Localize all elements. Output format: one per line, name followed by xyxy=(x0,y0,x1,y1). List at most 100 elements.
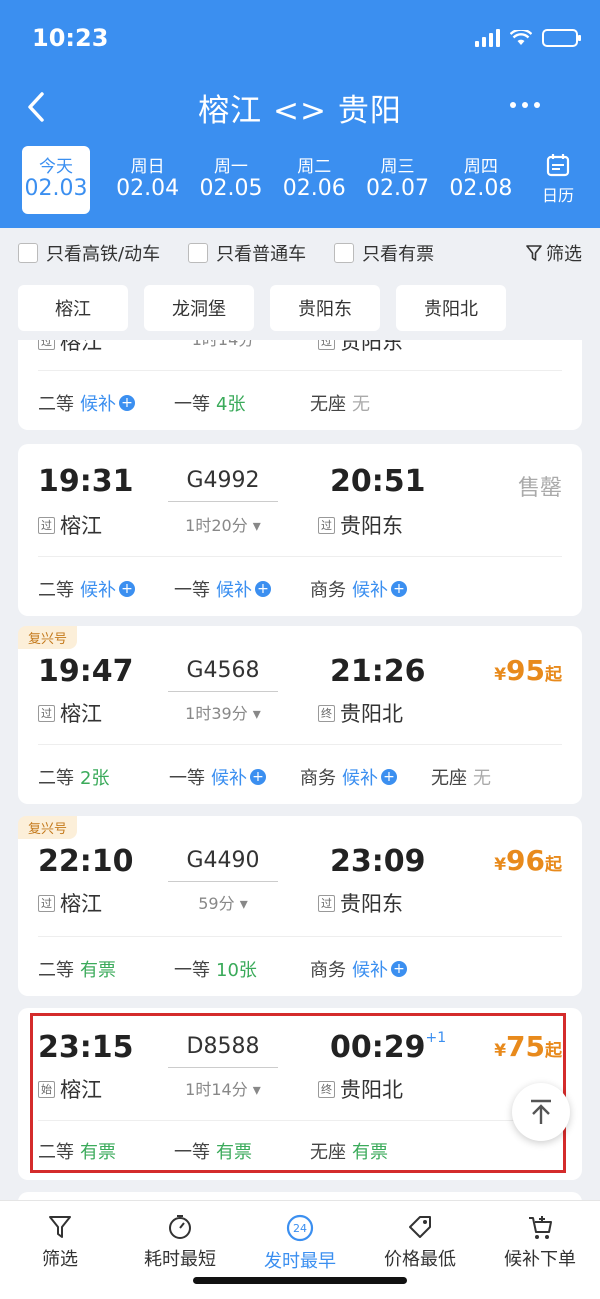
chevron-down-icon: ▾ xyxy=(239,894,248,913)
date-tab-3[interactable]: 周二 02.06 xyxy=(273,146,356,214)
seat-business[interactable]: 商务 候补 + xyxy=(310,956,446,982)
seat-1st[interactable]: 一等 4张 xyxy=(174,390,310,416)
status-bar: 10:23 xyxy=(32,18,581,58)
status-icons xyxy=(475,29,581,47)
plus-circle-icon: + xyxy=(119,581,135,597)
date-tab-1[interactable]: 周日 02.04 xyxy=(106,146,189,214)
scroll-top-button[interactable] xyxy=(512,1083,570,1141)
plus-circle-icon: + xyxy=(119,395,135,411)
funnel-icon xyxy=(49,1216,71,1238)
tab-shortest[interactable]: 耗时最短 xyxy=(120,1201,240,1299)
dep-station: 榕江 xyxy=(60,892,102,916)
seat-2nd[interactable]: 二等 候补 + xyxy=(38,576,174,602)
train-number: G4568 xyxy=(186,658,260,683)
funnel-icon xyxy=(526,245,542,261)
seat-1st[interactable]: 一等 有票 xyxy=(174,1138,310,1164)
price: ¥75起 xyxy=(494,1030,562,1063)
battery-icon xyxy=(542,29,581,47)
seat-1st[interactable]: 一等 候补 + xyxy=(169,764,300,790)
seat-row: 二等 2张 一等 候补 + 商务 候补 + 无座无 xyxy=(38,764,562,790)
filter-available[interactable]: 只看有票 xyxy=(334,240,434,266)
duration: 59分 xyxy=(198,894,235,913)
arr-station: 贵阳北 xyxy=(340,702,403,726)
seat-2nd[interactable]: 二等 有票 xyxy=(38,1138,174,1164)
nav-bar: 榕江 <> 贵阳 xyxy=(0,80,600,134)
status-time: 10:23 xyxy=(32,24,109,52)
station-chip[interactable]: 贵阳北 xyxy=(396,285,506,331)
train-card[interactable]: 19:31 G4992 20:51 售罄 过榕江 1时20分 ▾ 过贵阳东 二等… xyxy=(18,444,582,616)
plus-circle-icon: + xyxy=(250,769,266,785)
screen-button[interactable]: 筛选 xyxy=(526,240,582,266)
plus-circle-icon: + xyxy=(381,769,397,785)
tab-earliest[interactable]: 24 发时最早 xyxy=(240,1201,360,1299)
next-day-marker: +1 xyxy=(425,1030,447,1046)
svg-text:24: 24 xyxy=(293,1222,307,1235)
tab-filter[interactable]: 筛选 xyxy=(0,1201,120,1299)
tab-waitlist[interactable]: 候补下单 xyxy=(480,1201,600,1299)
filter-highspeed[interactable]: 只看高铁/动车 xyxy=(18,240,160,266)
seat-row: 二等 有票 一等 有票 无座 有票 xyxy=(38,1138,562,1164)
cart-icon xyxy=(529,1216,552,1239)
date-tab-0[interactable]: 今天 02.03 xyxy=(22,146,90,214)
date-selector: 今天 02.03 周日 02.04 周一 02.05 周二 02.06 周三 02.07 … xyxy=(22,146,578,214)
clock-24-icon: 24 xyxy=(286,1214,314,1242)
dep-station: 榕江 xyxy=(60,514,102,538)
fuxing-badge: 复兴号 xyxy=(18,816,78,839)
seat-row: 二等 有票 一等 10张 商务 候补 + xyxy=(38,956,562,982)
filter-normal[interactable]: 只看普通车 xyxy=(188,240,306,266)
station-chip[interactable]: 榕江 xyxy=(18,285,128,331)
train-card[interactable]: 23:15 D8588 00:29+1 ¥75起 始榕江 1时14分 ▾ 终贵阳… xyxy=(18,1008,582,1180)
wifi-icon xyxy=(510,30,532,45)
price: ¥95起 xyxy=(494,654,562,687)
seat-1st[interactable]: 一等 10张 xyxy=(174,956,310,982)
more-icon[interactable] xyxy=(508,88,542,122)
station-chip[interactable]: 龙洞堡 xyxy=(144,285,254,331)
dep-time: 22:10 xyxy=(38,844,134,879)
date-tab-5[interactable]: 周四 02.08 xyxy=(439,146,522,214)
tab-cheapest[interactable]: 价格最低 xyxy=(360,1201,480,1299)
arrow-up-icon xyxy=(531,1099,551,1124)
plus-circle-icon: + xyxy=(391,581,407,597)
arr-time: 20:51 xyxy=(330,464,426,499)
dep-station: 榕江 xyxy=(60,702,102,726)
arr-station: 贵阳东 xyxy=(340,514,403,538)
seat-2nd[interactable]: 二等 有票 xyxy=(38,956,174,982)
calendar-label: 日历 xyxy=(541,186,574,205)
signal-icon xyxy=(475,29,500,47)
seat-row: 二等 候补 + 一等 候补 + 商务 候补 + xyxy=(38,576,562,602)
train-card[interactable]: 复兴号 19:47 G4568 21:26 ¥95起 过榕江 1时39分 ▾ 终… xyxy=(18,626,582,804)
header: 10:23 榕江 <> 贵阳 今天 02.03 周日 02.04 周一 02.05 周… xyxy=(0,0,600,228)
duration: 1时14分 xyxy=(185,1080,248,1099)
arr-time: 21:26 xyxy=(330,654,426,689)
page-title: 榕江 <> 贵阳 xyxy=(198,92,402,129)
seat-business[interactable]: 商务 候补 + xyxy=(310,576,446,602)
seat-business[interactable]: 商务 候补 + xyxy=(300,764,431,790)
duration: 1时14分 xyxy=(168,340,278,350)
soldout-label: 售罄 xyxy=(517,476,562,501)
station-chip[interactable]: 贵阳东 xyxy=(270,285,380,331)
checkbox-icon xyxy=(188,243,209,263)
train-card[interactable] xyxy=(18,1192,582,1200)
chevron-down-icon: ▾ xyxy=(252,516,261,535)
seat-2nd[interactable]: 二等 候补 + xyxy=(38,390,174,416)
train-card[interactable]: 复兴号 22:10 G4490 23:09 ¥96起 过榕江 59分 ▾ 过贵阳… xyxy=(18,816,582,996)
seat-2nd[interactable]: 二等 2张 xyxy=(38,764,169,790)
price-tag-icon xyxy=(409,1216,431,1238)
seat-1st[interactable]: 一等 候补 + xyxy=(174,576,310,602)
seat-noseat[interactable]: 无座无 xyxy=(310,390,446,416)
seat-noseat[interactable]: 无座 有票 xyxy=(310,1138,446,1164)
seat-noseat[interactable]: 无座无 xyxy=(431,764,562,790)
train-number: G4490 xyxy=(186,848,260,873)
timer-icon xyxy=(169,1215,191,1239)
calendar-button[interactable]: 日历 xyxy=(538,152,578,206)
arr-station: 贵阳东 xyxy=(340,340,403,354)
arr-time: 23:09 xyxy=(330,844,426,879)
back-icon[interactable] xyxy=(22,90,52,124)
date-tab-4[interactable]: 周三 02.07 xyxy=(356,146,439,214)
checkbox-icon xyxy=(18,243,38,263)
date-tab-2[interactable]: 周一 02.05 xyxy=(189,146,272,214)
duration: 1时39分 xyxy=(185,704,248,723)
sort-tab-bar: 筛选 耗时最短 24 发时最早 价格最低 候补下单 xyxy=(0,1200,600,1299)
seat-row: 二等 候补 + 一等 4张 无座无 xyxy=(38,390,562,416)
train-card[interactable]: 过榕江 1时14分 过贵阳东 二等候补+ 一等4张 无座无 xyxy=(18,340,582,430)
